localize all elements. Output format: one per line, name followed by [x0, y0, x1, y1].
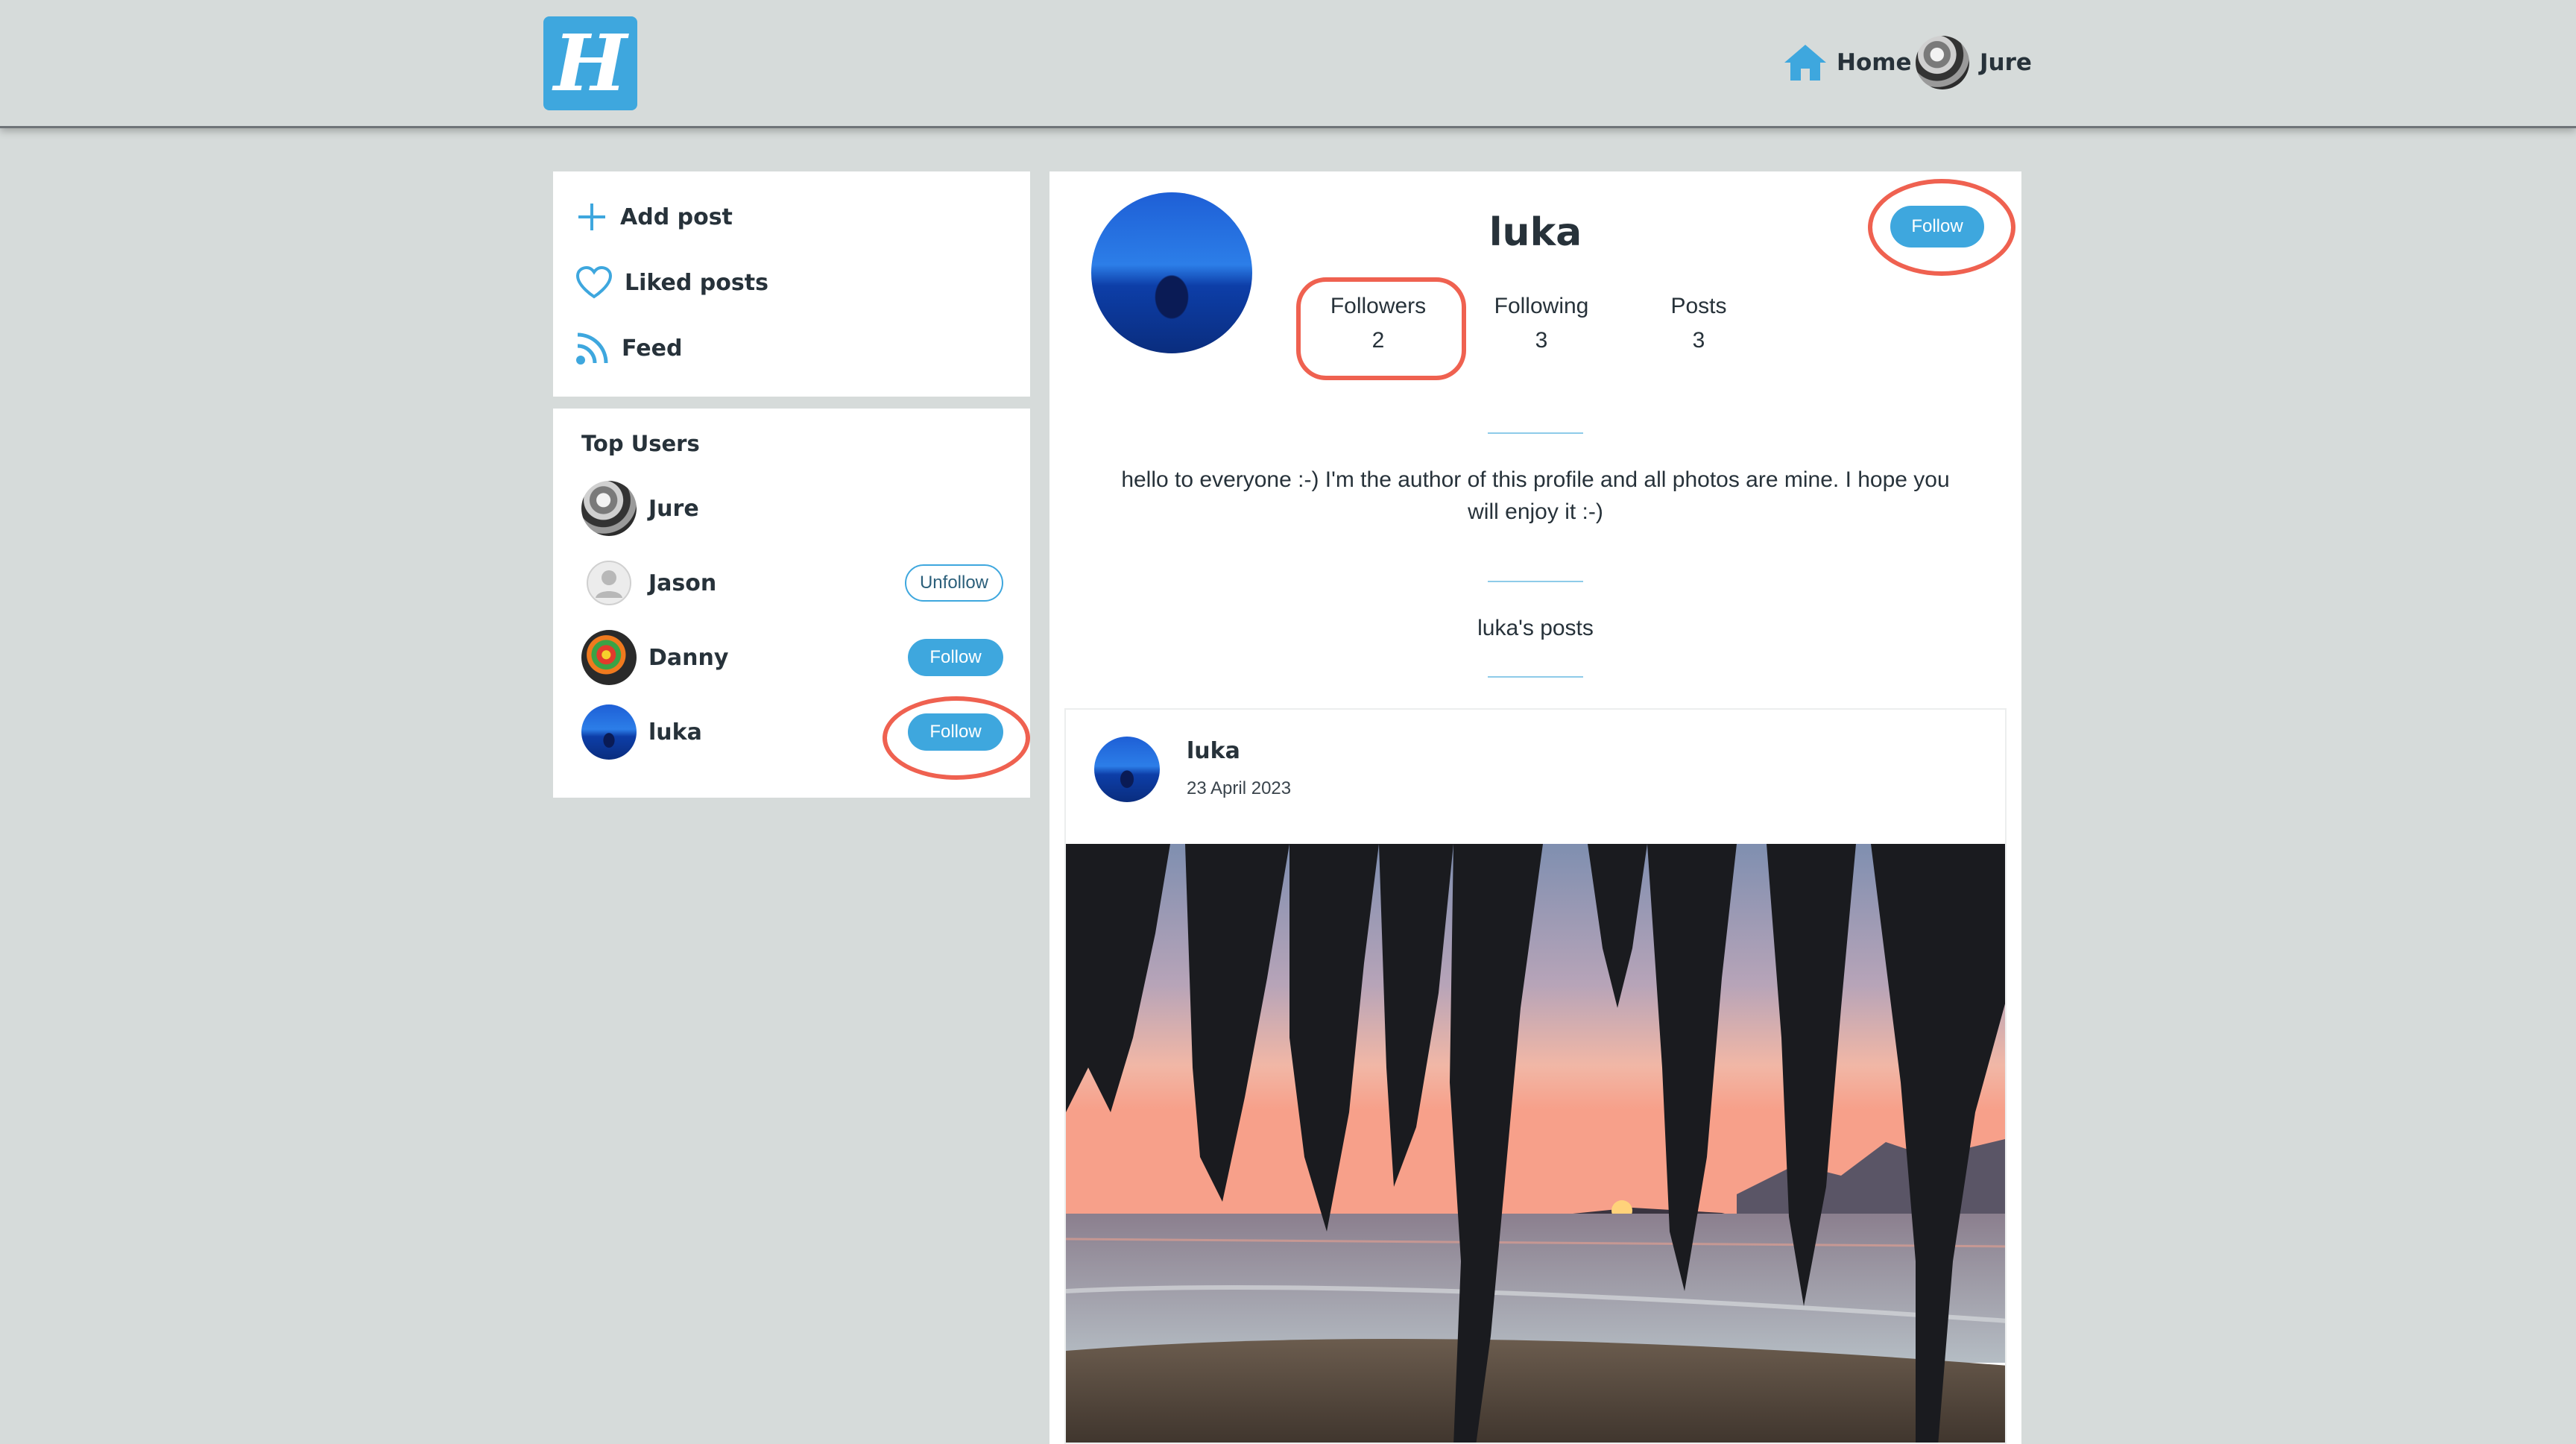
logo-letter: H — [553, 17, 628, 109]
profile-name: luka — [1489, 210, 1582, 255]
top-users-title: Top Users — [581, 431, 700, 456]
top-users-card: Top Users Jure Jason Unfollow Danny Foll… — [553, 409, 1030, 798]
default-user-icon — [596, 570, 622, 598]
follow-button[interactable]: Follow — [908, 639, 1003, 676]
sidebar-item-label: Add post — [620, 204, 733, 230]
top-user-name: Jason — [648, 570, 717, 596]
nav-user-label: Jure — [1980, 49, 2032, 76]
stat-label: Following — [1494, 294, 1589, 318]
home-icon — [1784, 45, 1826, 81]
post-author-name[interactable]: luka — [1187, 738, 1240, 764]
post-author-avatar[interactable] — [1094, 737, 1160, 802]
stat-following[interactable]: Following 3 — [1467, 294, 1616, 353]
rss-icon — [576, 332, 608, 365]
plus-icon — [578, 204, 605, 230]
divider — [1488, 676, 1583, 678]
top-user-name: Jure — [648, 495, 699, 522]
top-user-row-danny[interactable]: Danny Follow — [581, 629, 1003, 686]
stat-value: 3 — [1692, 328, 1705, 353]
top-user-name: luka — [648, 719, 702, 745]
avatar — [581, 481, 637, 536]
stat-posts: Posts 3 — [1624, 294, 1773, 353]
top-user-row-jure[interactable]: Jure — [581, 480, 1003, 537]
stat-label: Followers — [1330, 294, 1427, 318]
avatar — [581, 630, 637, 685]
nav-home-link[interactable]: Home — [1783, 42, 1912, 83]
post-date: 23 April 2023 — [1187, 778, 1292, 798]
profile-bio: hello to everyone :-) I'm the author of … — [1121, 467, 1950, 524]
sidebar-menu-card: Add post Liked posts Feed — [553, 171, 1030, 397]
avatar — [587, 561, 631, 605]
sidebar-item-label: Liked posts — [625, 269, 768, 296]
stat-label: Posts — [1670, 294, 1727, 318]
nav-user-avatar — [1916, 36, 1969, 89]
divider — [1488, 581, 1583, 582]
unfollow-button[interactable]: Unfollow — [905, 564, 1003, 602]
stat-followers[interactable]: Followers 2 — [1304, 294, 1453, 353]
top-navigation-bar: H Home Jure — [0, 0, 2576, 128]
posts-section-title: luka's posts — [1477, 616, 1594, 640]
stat-value: 3 — [1535, 328, 1548, 353]
heart-icon — [575, 266, 613, 299]
sidebar-item-feed[interactable]: Feed — [575, 327, 682, 369]
profile-card: luka Follow Followers 2 Following 3 Post… — [1049, 171, 2021, 1444]
follow-button[interactable]: Follow — [908, 713, 1003, 751]
nav-home-label: Home — [1837, 49, 1912, 76]
app-logo[interactable]: H — [543, 16, 637, 110]
profile-follow-button[interactable]: Follow — [1890, 206, 1984, 248]
sidebar-item-label: Feed — [622, 335, 683, 362]
top-user-row-jason[interactable]: Jason Unfollow — [581, 555, 1003, 611]
stat-value: 2 — [1371, 328, 1385, 353]
sidebar-item-liked-posts[interactable]: Liked posts — [575, 262, 768, 303]
divider — [1488, 432, 1583, 434]
top-user-row-luka[interactable]: luka Follow — [581, 704, 1003, 760]
post-card: luka 23 April 2023 — [1064, 708, 2007, 1444]
top-user-name: Danny — [648, 644, 729, 671]
post-image[interactable] — [1066, 844, 2007, 1444]
avatar — [581, 704, 637, 760]
sidebar-item-add-post[interactable]: Add post — [575, 196, 733, 238]
nav-user-profile-link[interactable]: Jure — [1916, 34, 2032, 91]
